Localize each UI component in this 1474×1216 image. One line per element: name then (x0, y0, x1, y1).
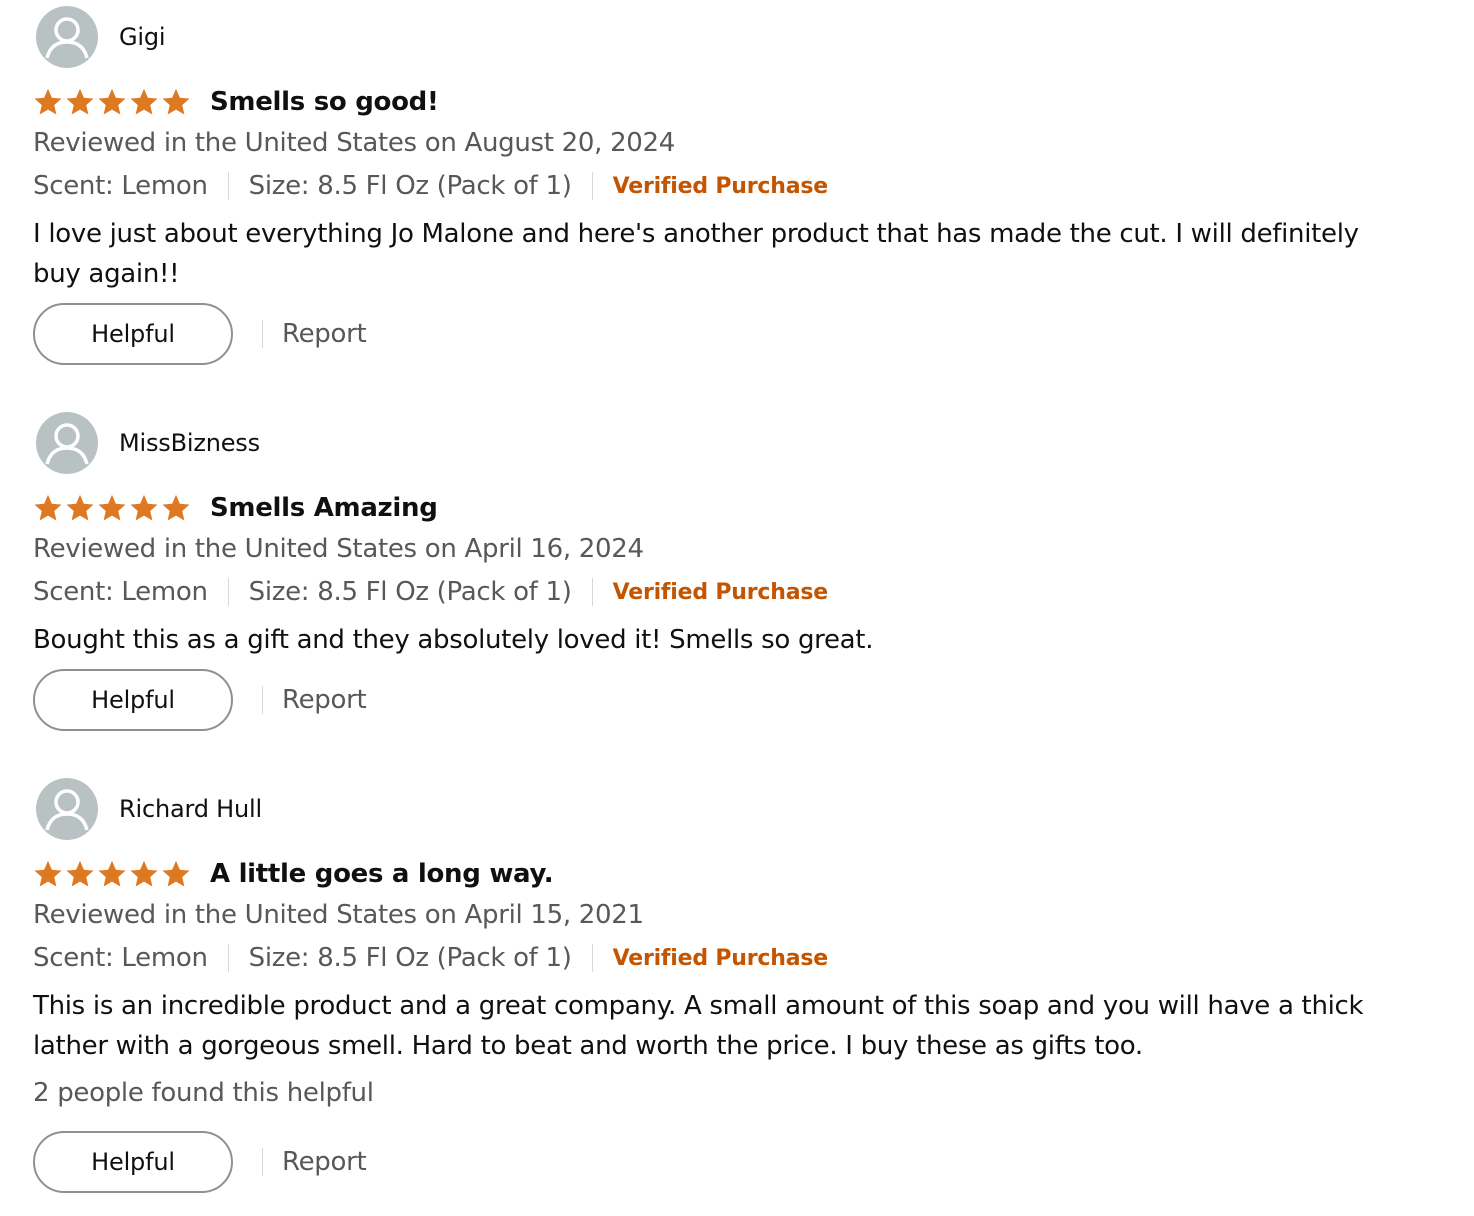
review-actions: Helpful Report (33, 1131, 367, 1193)
rating-row: A little goes a long way. (33, 854, 554, 894)
rating-row: Smells so good! (33, 82, 439, 122)
reviewer-name[interactable]: Gigi (119, 23, 166, 51)
review-card: MissBizness Smells Amazing Reviewed in t… (0, 412, 1474, 732)
verified-purchase-badge[interactable]: Verified Purchase (613, 580, 829, 605)
variant-info: Scent: Lemon Size: 8.5 Fl Oz (Pack of 1)… (33, 940, 828, 976)
review-actions: Helpful Report (33, 669, 367, 731)
review-actions: Helpful Report (33, 303, 367, 365)
report-link[interactable]: Report (282, 685, 367, 715)
divider (262, 1148, 263, 1176)
verified-purchase-badge[interactable]: Verified Purchase (613, 946, 829, 971)
review-body: This is an incredible product and a grea… (33, 991, 1364, 1061)
divider (227, 172, 229, 200)
review-date: Reviewed in the United States on April 1… (33, 534, 644, 564)
helpful-button[interactable]: Helpful (33, 1131, 233, 1193)
variant-info: Scent: Lemon Size: 8.5 Fl Oz (Pack of 1)… (33, 168, 828, 204)
verified-purchase-badge[interactable]: Verified Purchase (613, 174, 829, 199)
divider (227, 944, 229, 972)
review-body: Bought this as a gift and they absolutel… (33, 625, 874, 655)
divider (591, 172, 593, 200)
star-icon (130, 494, 158, 521)
variant-info: Scent: Lemon Size: 8.5 Fl Oz (Pack of 1)… (33, 574, 828, 610)
review-date: Reviewed in the United States on August … (33, 128, 676, 158)
star-icon (34, 860, 62, 887)
star-icon (66, 494, 94, 521)
divider (591, 578, 593, 606)
star-icon (98, 494, 126, 521)
review-card: Gigi Smells so good! Reviewed in the Uni… (0, 6, 1474, 366)
report-link[interactable]: Report (282, 319, 367, 349)
helpful-button[interactable]: Helpful (33, 669, 233, 731)
star-icon (162, 860, 190, 887)
user-avatar-icon (36, 778, 98, 840)
rating-row: Smells Amazing (33, 488, 438, 528)
review-card: Richard Hull A little goes a long way. R… (0, 778, 1474, 1198)
star-icon (34, 88, 62, 115)
review-date: Reviewed in the United States on April 1… (33, 900, 644, 930)
star-rating[interactable] (33, 859, 191, 889)
report-link[interactable]: Report (282, 1147, 367, 1177)
divider (262, 320, 263, 348)
star-icon (66, 88, 94, 115)
star-icon (34, 494, 62, 521)
star-icon (130, 88, 158, 115)
size-label[interactable]: Size: 8.5 Fl Oz (Pack of 1) (249, 577, 572, 607)
user-avatar-icon (36, 412, 98, 474)
review-body: I love just about everything Jo Malone a… (33, 219, 1359, 289)
star-rating[interactable] (33, 493, 191, 523)
star-rating[interactable] (33, 87, 191, 117)
star-icon (66, 860, 94, 887)
star-icon (98, 88, 126, 115)
review-title[interactable]: Smells so good! (210, 87, 439, 117)
divider (262, 686, 263, 714)
divider (227, 578, 229, 606)
star-icon (162, 88, 190, 115)
user-avatar-icon (36, 6, 98, 68)
size-label[interactable]: Size: 8.5 Fl Oz (Pack of 1) (249, 943, 572, 973)
review-title[interactable]: A little goes a long way. (210, 859, 554, 889)
divider (591, 944, 593, 972)
reviewer-name[interactable]: Richard Hull (119, 795, 262, 823)
scent-label[interactable]: Scent: Lemon (33, 943, 208, 973)
reviewer-name[interactable]: MissBizness (119, 429, 260, 457)
review-title[interactable]: Smells Amazing (210, 493, 438, 523)
scent-label[interactable]: Scent: Lemon (33, 171, 208, 201)
star-icon (130, 860, 158, 887)
reviews-list: Gigi Smells so good! Reviewed in the Uni… (0, 0, 1474, 1216)
helpful-count: 2 people found this helpful (33, 1078, 374, 1108)
reviewer-profile[interactable]: MissBizness (36, 412, 260, 474)
scent-label[interactable]: Scent: Lemon (33, 577, 208, 607)
reviewer-profile[interactable]: Richard Hull (36, 778, 262, 840)
size-label[interactable]: Size: 8.5 Fl Oz (Pack of 1) (249, 171, 572, 201)
reviewer-profile[interactable]: Gigi (36, 6, 166, 68)
star-icon (162, 494, 190, 521)
helpful-button[interactable]: Helpful (33, 303, 233, 365)
star-icon (98, 860, 126, 887)
